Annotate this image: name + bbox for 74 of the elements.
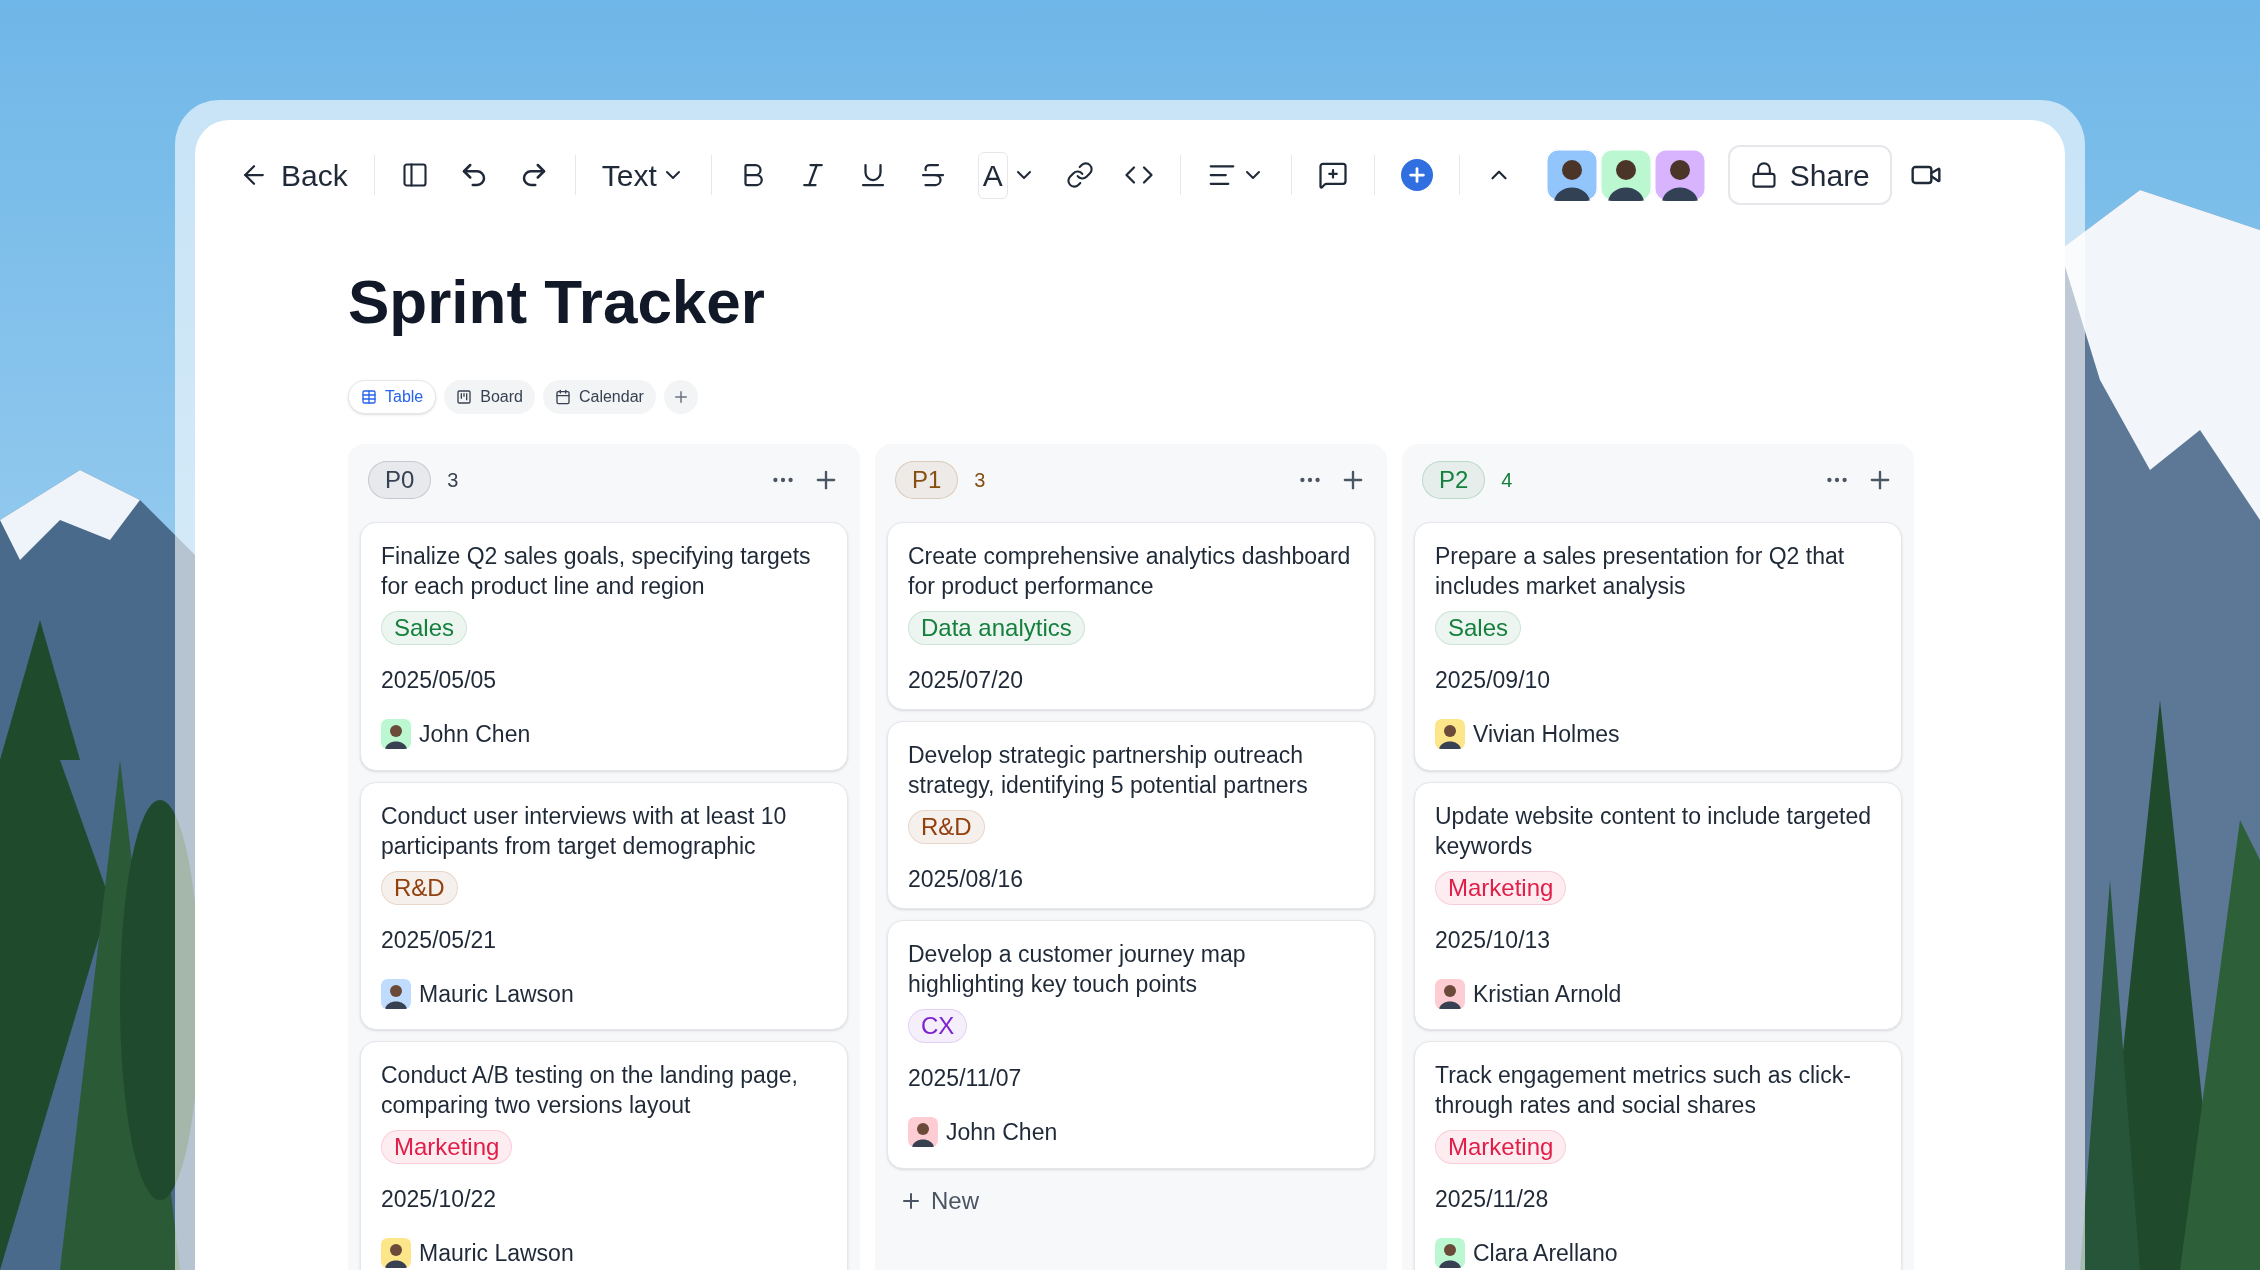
avatar-icon[interactable] (1653, 149, 1706, 201)
task-card[interactable]: Finalize Q2 sales goals, specifying targets for each product line and region Sales 2025/05/05 John Chen (360, 522, 848, 771)
task-title: Create comprehensive analytics dashboard for product performance (908, 542, 1352, 601)
task-card[interactable]: Conduct A/B testing on the landing page, comparing two versions layout Marketing 2025/10/22 Mauric Lawson (360, 1041, 848, 1270)
view-tab[interactable]: Board (444, 380, 535, 414)
avatar-icon (381, 1238, 411, 1269)
avatar-icon (381, 978, 411, 1009)
add-view-icon[interactable] (663, 380, 698, 414)
task-tag: Sales (381, 611, 468, 645)
card-count: 4 (1501, 468, 1513, 493)
share-button[interactable]: Share (1727, 145, 1892, 205)
priority-label: P1 (895, 461, 959, 499)
task-card[interactable]: Develop strategic partnership outreach strategy, identifying 5 potential partners R&D 2025/08/16 (887, 721, 1375, 909)
task-title: Develop a customer journey map highlighting key touch points (908, 940, 1247, 999)
avatar-icon[interactable] (1545, 149, 1598, 201)
card-count: 3 (447, 468, 459, 493)
avatar-icon (381, 719, 411, 750)
task-tag: Data analytics (908, 611, 1085, 645)
assignee-name: Mauric Lawson (419, 979, 574, 1009)
assignee-name: John Chen (946, 1118, 1058, 1147)
font-color-dropdown[interactable]: A (965, 147, 1048, 203)
new-card-button[interactable]: New (899, 1182, 979, 1219)
due-date: 2025/09/10 (1435, 666, 1552, 695)
task-card[interactable]: Update website content to include targeted keywords Marketing 2025/10/13 Kristian Arnold (1414, 781, 1902, 1030)
task-title: Conduct A/B testing on the landing page, comparing two versions layout (381, 1061, 799, 1120)
due-date: 2025/11/28 (1435, 1185, 1550, 1214)
avatar-icon (1435, 978, 1465, 1009)
task-tag: CX (908, 1009, 968, 1043)
due-date: 2025/11/07 (908, 1064, 1023, 1093)
back-button[interactable]: Back (227, 147, 360, 203)
due-date: 2025/10/13 (1435, 925, 1552, 955)
add-icon[interactable] (1400, 159, 1433, 191)
due-date: 2025/07/20 (908, 666, 1025, 695)
due-date: 2025/05/21 (381, 925, 498, 955)
assignee-name: Clara Arellano (1473, 1239, 1618, 1268)
task-card[interactable]: Conduct user interviews with at least 10 participants from target demographic R&D 2025/05/21 Mauric Lawson (360, 781, 848, 1030)
calendar-icon (554, 389, 571, 405)
task-tag: R&D (908, 810, 985, 844)
task-card[interactable]: Prepare a sales presentation for Q2 that includes market analysis Sales 2025/09/10 Vivian Holmes (1414, 522, 1902, 771)
assignee-name: Vivian Holmes (1473, 720, 1620, 749)
task-title: Conduct user interviews with at least 10 participants from target demographic (381, 801, 788, 861)
due-date: 2025/08/16 (908, 865, 1025, 894)
page-title: Sprint Tracker (348, 266, 766, 338)
task-tag: Sales (1435, 611, 1522, 645)
task-title: Finalize Q2 sales goals, specifying targets for each product line and region (381, 542, 812, 601)
text-style-dropdown[interactable]: Text (589, 147, 697, 203)
task-tag: Marketing (381, 1130, 513, 1164)
table-icon (361, 389, 377, 405)
avatar-icon[interactable] (1599, 149, 1652, 201)
priority-label: P0 (368, 461, 432, 499)
task-title: Track engagement metrics such as click-through rates and social shares (1435, 1061, 1852, 1120)
due-date: 2025/05/05 (381, 666, 498, 695)
priority-label: P2 (1422, 461, 1486, 499)
task-title: Update website content to include targeted keywords (1435, 801, 1872, 861)
task-tag: Marketing (1435, 870, 1567, 905)
assignee-name: Kristian Arnold (1473, 979, 1622, 1009)
avatar-icon (908, 1117, 938, 1148)
avatar-icon (1435, 719, 1465, 750)
board-icon (456, 389, 473, 405)
task-tag: Marketing (1435, 1130, 1567, 1164)
task-tag: R&D (381, 870, 458, 905)
task-card[interactable]: Track engagement metrics such as click-through rates and social shares Marketing 2025/11/28 Clara Arellano (1414, 1041, 1902, 1270)
task-card[interactable]: Develop a customer journey map highlighting key touch points CX 2025/11/07 John Chen (887, 920, 1375, 1169)
task-card[interactable]: Create comprehensive analytics dashboard for product performance Data analytics 2025/07/20 (887, 522, 1375, 710)
card-count: 3 (974, 468, 986, 493)
avatar-icon (1435, 1238, 1465, 1269)
lock-icon (1749, 161, 1778, 189)
view-tab[interactable]: Table (348, 380, 437, 414)
due-date: 2025/10/22 (381, 1185, 498, 1214)
assignee-name: Mauric Lawson (419, 1239, 574, 1268)
task-title: Prepare a sales presentation for Q2 that includes market analysis (1435, 542, 1846, 601)
task-title: Develop strategic partnership outreach strategy, identifying 5 potential partners (908, 741, 1309, 800)
assignee-name: John Chen (419, 720, 531, 749)
view-tab[interactable]: Calendar (542, 380, 656, 414)
